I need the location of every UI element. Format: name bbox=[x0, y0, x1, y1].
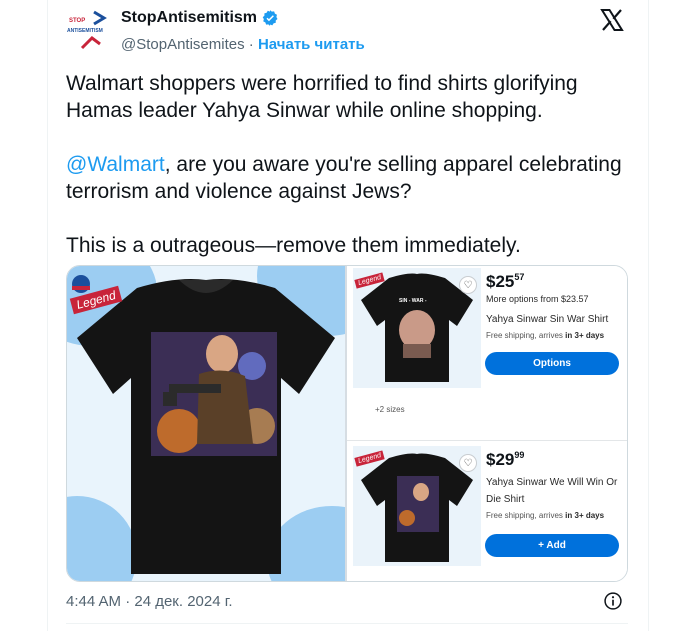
product-2-name-line1: Yahya Sinwar We Will Win Or bbox=[486, 477, 618, 488]
product-2-price-dollars: $29 bbox=[486, 450, 515, 469]
tweet-paragraph-1: Walmart shoppers were horrified to find … bbox=[66, 72, 578, 122]
x-logo-icon[interactable] bbox=[600, 8, 624, 32]
product-2-price: $2999 bbox=[486, 450, 524, 470]
avatar-arrow-bottom bbox=[80, 36, 101, 50]
product-2-image[interactable]: Legend ♡ bbox=[353, 446, 481, 566]
info-icon[interactable] bbox=[603, 591, 623, 611]
heart-icon[interactable]: ♡ bbox=[459, 454, 477, 472]
product-2-shipping: Free shipping, arrives in 3+ days bbox=[486, 511, 604, 520]
product-2-price-cents: 99 bbox=[514, 450, 525, 460]
product-listing-panel: SIN - WAR - Legend ♡ +2 sizes $2557 More… bbox=[347, 266, 627, 581]
product-1-price: $2557 bbox=[486, 272, 524, 292]
card-border-left bbox=[47, 0, 48, 631]
card-border-right bbox=[648, 0, 649, 631]
options-button[interactable]: Options bbox=[485, 352, 619, 375]
verified-badge-icon bbox=[262, 10, 278, 26]
product-2-shipping-prefix: Free shipping, arrives bbox=[486, 511, 566, 520]
product-2-name-line2: Die Shirt bbox=[486, 494, 525, 505]
product-1-shipping-days: in 3+ days bbox=[565, 331, 605, 340]
tweet-media[interactable]: Legend SIN - WAR - Legend ♡ +2 sizes $25… bbox=[66, 265, 628, 582]
product-1-shipping: Free shipping, arrives in 3+ days bbox=[486, 331, 604, 340]
handle-row: @StopAntisemites · Начать читать bbox=[121, 36, 365, 53]
product-1-more-options: More options from $23.57 bbox=[486, 294, 589, 304]
display-name[interactable]: StopAntisemitism bbox=[121, 9, 257, 27]
name-row: StopAntisemitism bbox=[121, 9, 279, 27]
product-2-name[interactable]: Yahya Sinwar We Will Win Or Die Shirt bbox=[486, 474, 617, 508]
product-separator bbox=[347, 440, 627, 441]
avatar-text-top: STOP bbox=[69, 18, 85, 24]
avatar-arrow-top bbox=[93, 10, 107, 26]
avatar[interactable]: STOP ANTISEMITISM bbox=[64, 8, 112, 52]
main-shirt-image[interactable]: Legend bbox=[67, 266, 345, 581]
product-2-shipping-days: in 3+ days bbox=[565, 511, 605, 520]
product-1-price-dollars: $25 bbox=[486, 272, 515, 291]
product-1-price-cents: 57 bbox=[514, 272, 525, 282]
add-button[interactable]: + Add bbox=[485, 534, 619, 557]
timestamp[interactable]: 4:44 AM · 24 дек. 2024 г. bbox=[66, 593, 233, 610]
tweet-text: Walmart shoppers were horrified to find … bbox=[66, 70, 626, 286]
product-1-name[interactable]: Yahya Sinwar Sin War Shirt bbox=[486, 311, 608, 328]
avatar-text-bottom: ANTISEMITISM bbox=[67, 28, 103, 34]
footer-divider bbox=[66, 623, 628, 624]
handle[interactable]: @StopAntisemites bbox=[121, 36, 245, 53]
product-1-shirt-text: SIN - WAR - bbox=[399, 298, 427, 304]
mention-link[interactable]: @Walmart bbox=[66, 153, 165, 176]
tweet-paragraph-3: This is a outrageous—remove them immedia… bbox=[66, 234, 521, 257]
heart-icon[interactable]: ♡ bbox=[459, 276, 477, 294]
product-1-image[interactable]: SIN - WAR - Legend ♡ bbox=[353, 268, 481, 388]
product-1-shipping-prefix: Free shipping, arrives bbox=[486, 331, 566, 340]
follow-button[interactable]: Начать читать bbox=[258, 36, 365, 53]
separator: · bbox=[248, 36, 254, 53]
tweet-paragraph-2: @Walmart, are you aware you're selling a… bbox=[66, 151, 626, 205]
product-1-sizes: +2 sizes bbox=[375, 405, 405, 414]
